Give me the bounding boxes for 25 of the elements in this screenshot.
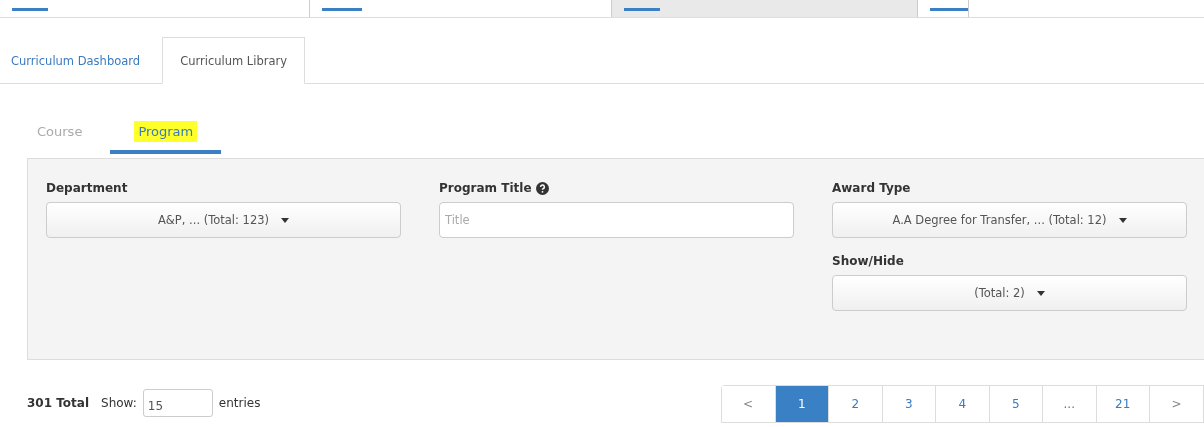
page-button[interactable]: 1: [775, 386, 829, 422]
tab[interactable]: Curriculum Dashboard: [0, 37, 159, 84]
link-fragment: [12, 8, 48, 11]
tab[interactable]: Program: [110, 112, 222, 154]
dropdown[interactable]: (Total: 2): [832, 275, 1187, 311]
caret-icon: [1036, 290, 1045, 296]
tab[interactable]: Curriculum Library: [162, 37, 306, 84]
field-label: Award Type: [832, 181, 911, 195]
tab[interactable]: Course: [25, 112, 95, 154]
dropdown[interactable]: A.A Degree for Transfer, ... (Total: 12): [832, 202, 1187, 238]
dropdown[interactable]: A&P, ... (Total: 123): [46, 202, 401, 238]
show-label: Show:: [101, 396, 137, 410]
link-fragment: [624, 8, 660, 11]
page-button[interactable]: <: [721, 386, 776, 422]
page-size-field[interactable]: 15: [142, 389, 213, 417]
caret-icon: [1118, 217, 1127, 223]
total-count: 301 Total: [27, 396, 89, 410]
entries-label: entries: [218, 396, 261, 410]
link-fragment: [930, 8, 968, 11]
field-label: Department: [46, 181, 128, 195]
field-label: Show/Hide: [832, 254, 904, 268]
link-fragment: [322, 8, 362, 11]
caret-icon: [281, 217, 289, 223]
field-label: Program Title: [439, 181, 532, 195]
title-input-field[interactable]: Title: [439, 202, 794, 238]
